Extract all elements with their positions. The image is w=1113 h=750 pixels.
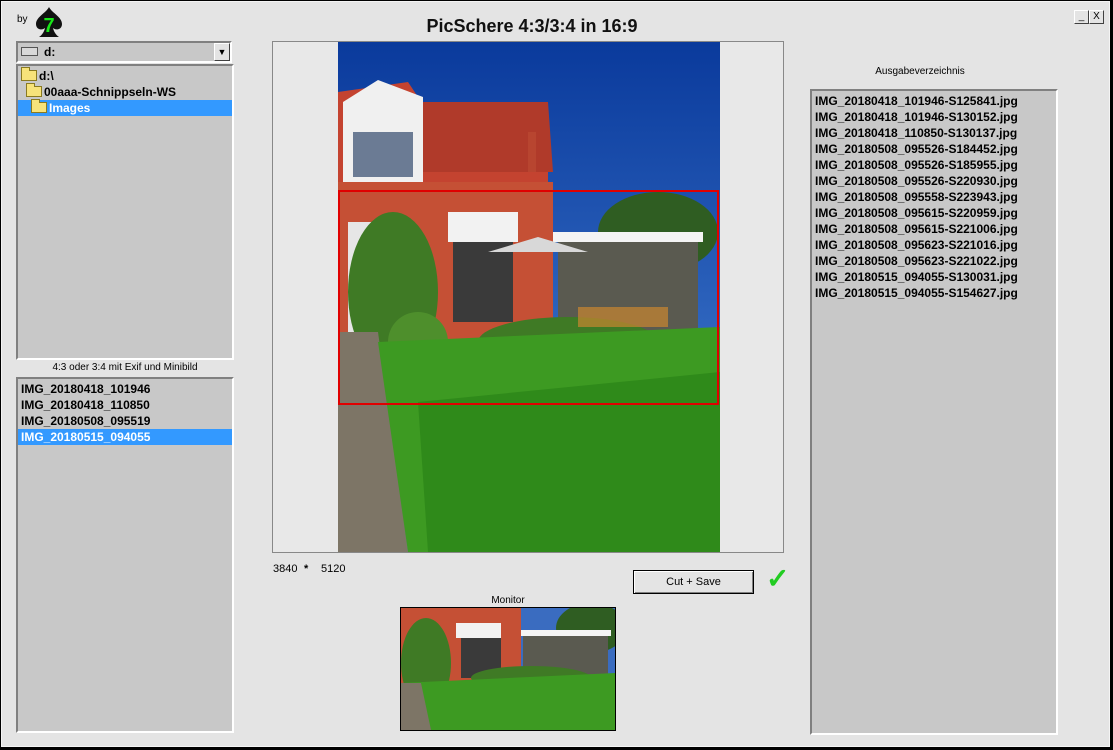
output-file-item[interactable]: IMG_20180515_094055-S154627.jpg [812,285,1056,301]
folder-label: Images [49,101,91,115]
close-button[interactable]: X [1089,10,1104,24]
output-file-item[interactable]: IMG_20180508_095615-S220959.jpg [812,205,1056,221]
output-file-item[interactable]: IMG_20180418_101946-S125841.jpg [812,93,1056,109]
image-width: 3840 [273,563,298,575]
folder-label: d:\ [39,69,54,83]
monitor-label: Monitor [491,595,525,606]
minimize-button[interactable]: _ [1074,10,1089,24]
app-window: by 7 PicSchere 4:3/3:4 in 16:9 _ X d: ▼ … [1,1,1110,747]
output-label: Ausgabeverzeichnis [875,66,965,77]
dimension-separator: * [304,563,309,575]
folder-list[interactable]: d:\ 00aaa-Schnippseln-WS Images [16,64,234,360]
output-file-item[interactable]: IMG_20180508_095615-S221006.jpg [812,221,1056,237]
folder-icon [26,83,42,97]
file-list[interactable]: IMG_20180418_101946 IMG_20180418_110850 IM… [16,377,234,733]
monitor-preview [400,607,616,731]
checkmark-icon: ✓ [766,563,790,594]
by-label: by [17,14,28,25]
folder-icon [31,99,47,113]
file-item[interactable]: IMG_20180515_094055 [18,429,232,445]
folder-item[interactable]: 00aaa-Schnippseln-WS [18,83,232,100]
file-item[interactable]: IMG_20180418_101946 [18,381,232,397]
folder-icon [21,67,37,81]
output-file-item[interactable]: IMG_20180508_095526-S185955.jpg [812,157,1056,173]
folder-label: 00aaa-Schnippseln-WS [44,85,177,99]
drive-value: d: [44,45,56,59]
output-file-item[interactable]: IMG_20180508_095623-S221016.jpg [812,237,1056,253]
output-file-item[interactable]: IMG_20180508_095526-S220930.jpg [812,173,1056,189]
image-height: 5120 [321,563,346,575]
image-preview[interactable] [272,41,784,553]
photo-image [338,42,720,552]
folder-item[interactable]: d:\ [18,67,232,84]
output-file-item[interactable]: IMG_20180418_101946-S130152.jpg [812,109,1056,125]
cut-save-button[interactable]: Cut + Save [633,570,754,594]
output-file-item[interactable]: IMG_20180508_095623-S221022.jpg [812,253,1056,269]
output-file-item[interactable]: IMG_20180418_110850-S130137.jpg [812,125,1056,141]
chevron-down-icon[interactable]: ▼ [214,43,230,61]
file-item[interactable]: IMG_20180418_110850 [18,397,232,413]
svg-text:7: 7 [43,15,54,37]
drive-select[interactable]: d: ▼ [16,41,232,63]
output-file-item[interactable]: IMG_20180508_095526-S184452.jpg [812,141,1056,157]
spade-logo-icon: 7 [32,5,66,39]
file-item[interactable]: IMG_20180508_095519 [18,413,232,429]
drive-icon [21,47,38,56]
files-label: 4:3 oder 3:4 mit Exif und Minibild [52,362,198,373]
output-list[interactable]: IMG_20180418_101946-S125841.jpg IMG_20180… [810,89,1058,735]
app-title: PicSchere 4:3/3:4 in 16:9 [426,16,638,36]
output-file-item[interactable]: IMG_20180508_095558-S223943.jpg [812,189,1056,205]
output-file-item[interactable]: IMG_20180515_094055-S130031.jpg [812,269,1056,285]
folder-item[interactable]: Images [18,99,232,116]
